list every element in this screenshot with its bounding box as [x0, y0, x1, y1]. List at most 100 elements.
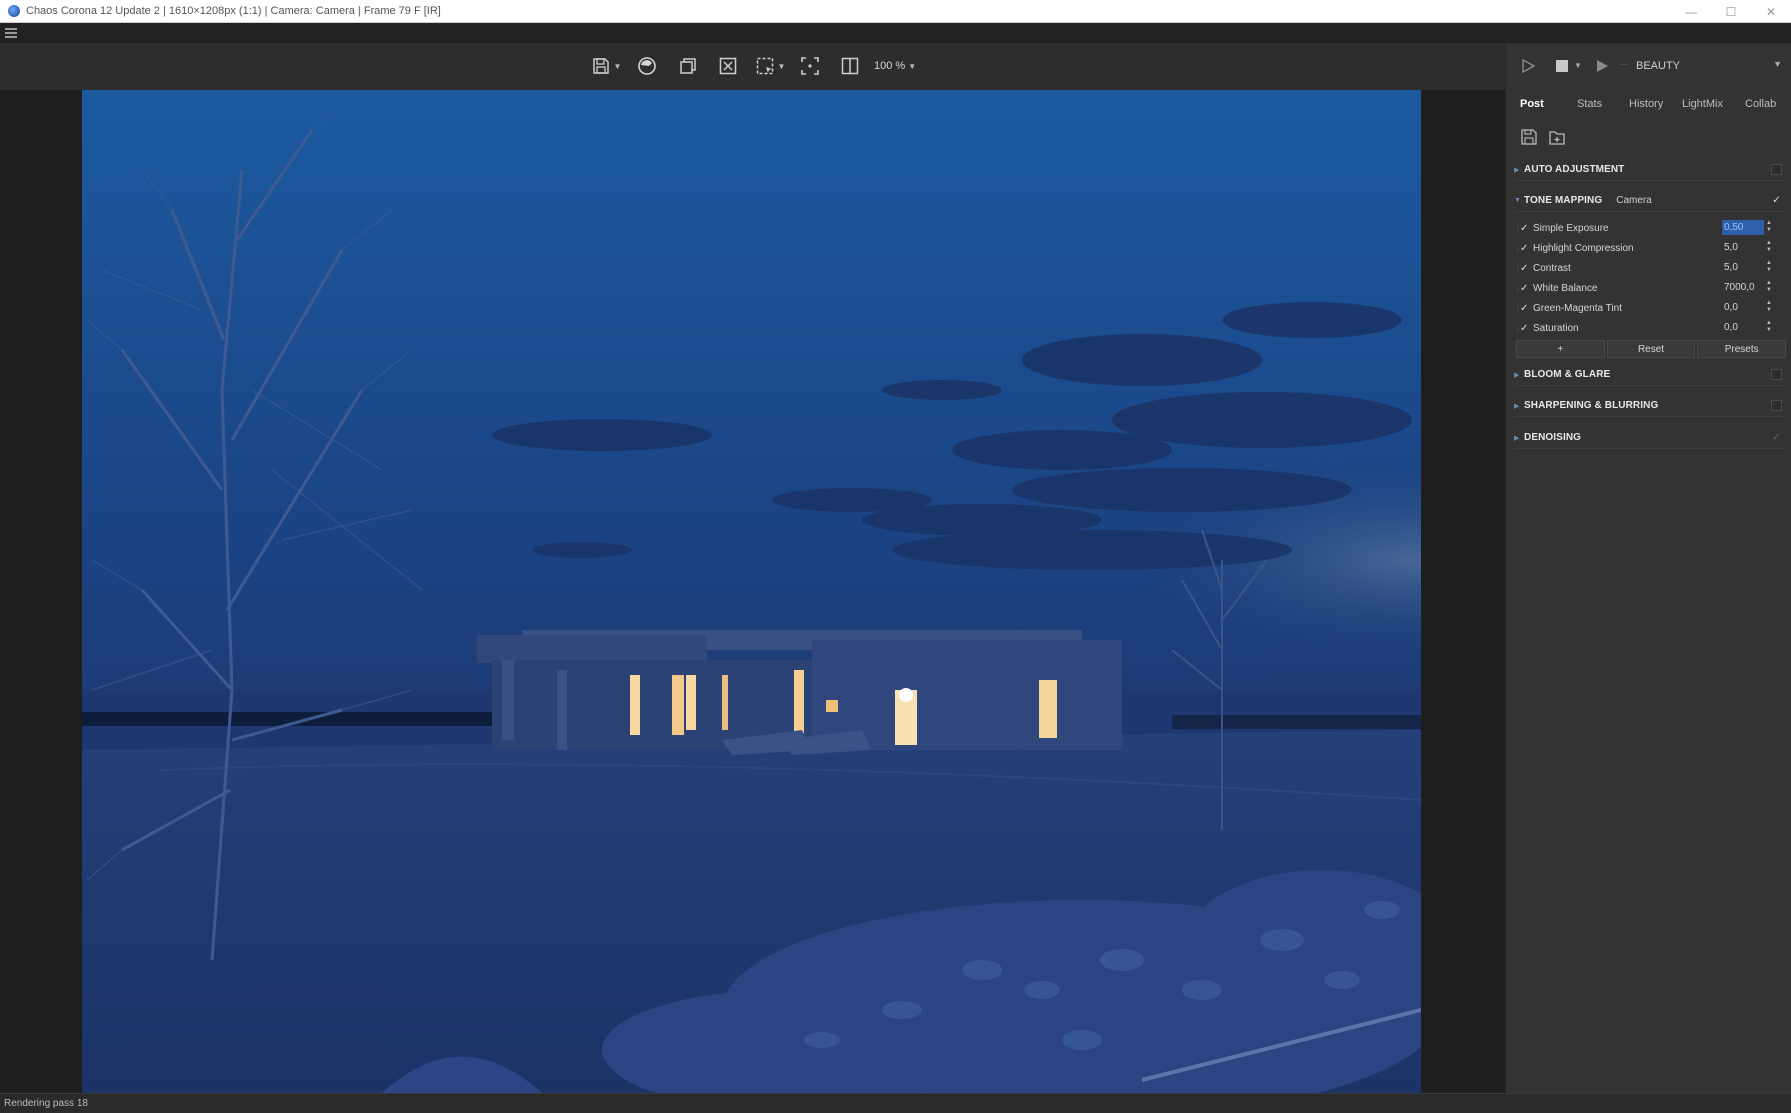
param-label: Contrast	[1533, 262, 1571, 274]
section-title: BLOOM & GLARE	[1524, 369, 1611, 380]
param-simple-exposure: ⋮ ✓ Simple Exposure 0,50 ▲ ▼	[1514, 219, 1786, 237]
section-sharpening-blurring[interactable]: ▶ SHARPENING & BLURRING	[1514, 395, 1786, 417]
section-denoising[interactable]: ▶ DENOISING ✓	[1514, 427, 1786, 449]
play-outline-icon[interactable]	[1520, 58, 1536, 74]
right-panel: ▼ — BEAUTY ▼ Post Stats History LightMix…	[1505, 43, 1791, 1093]
section-enable-checkbox[interactable]	[1771, 164, 1782, 175]
section-tone-mapping[interactable]: ▼ TONE MAPPING Camera ✓	[1514, 190, 1786, 212]
spinner-icon[interactable]: ▲ ▼	[1766, 300, 1772, 314]
param-white-balance: ⋮ ✓ White Balance 7000,0 ▲ ▼	[1514, 279, 1786, 297]
app-window: Chaos Corona 12 Update 2 | 1610×1208px (…	[0, 0, 1791, 1113]
stop-icon[interactable]	[1554, 58, 1570, 74]
render-viewport[interactable]	[0, 90, 1505, 1093]
render-controls: ▼ — BEAUTY ▼	[1506, 43, 1791, 90]
section-enable-checkbox[interactable]	[1771, 400, 1782, 411]
param-checkbox[interactable]: ✓	[1520, 223, 1530, 234]
expand-triangle-icon: ▶	[1514, 402, 1520, 410]
spinner-icon[interactable]: ▲ ▼	[1766, 260, 1772, 274]
copy-icon	[680, 58, 696, 74]
section-auto-adjustment[interactable]: ▶ AUTO ADJUSTMENT	[1514, 159, 1786, 181]
rendered-image[interactable]	[82, 90, 1421, 1093]
zoom-value: 100 %	[874, 60, 906, 72]
param-value-input[interactable]: 5,0	[1722, 260, 1764, 275]
menu-strip	[0, 23, 1791, 43]
save-icon	[592, 58, 609, 74]
param-label: White Balance	[1533, 282, 1598, 294]
param-checkbox[interactable]: ✓	[1520, 303, 1530, 314]
minimize-button[interactable]: —	[1671, 0, 1711, 23]
spinner-icon[interactable]: ▲ ▼	[1766, 240, 1772, 254]
render-button[interactable]	[635, 53, 659, 79]
maximize-button[interactable]: ☐	[1711, 0, 1751, 23]
region-select-icon	[756, 57, 773, 75]
param-checkbox[interactable]: ✓	[1520, 323, 1530, 334]
copy-button[interactable]	[676, 53, 700, 79]
chevron-down-icon[interactable]: ▼	[1773, 59, 1782, 69]
section-enable-checkbox[interactable]	[1771, 369, 1782, 380]
focus-region-button[interactable]	[798, 53, 822, 79]
save-settings-icon[interactable]	[1520, 128, 1538, 146]
tab-stats[interactable]: Stats	[1577, 98, 1602, 110]
render-status: Rendering pass 18	[4, 1098, 88, 1109]
section-title: TONE MAPPING	[1524, 195, 1603, 206]
chevron-down-icon[interactable]: ▼	[1574, 61, 1582, 70]
param-value-input[interactable]: 0,50	[1722, 220, 1764, 235]
render-sphere-icon	[638, 57, 656, 75]
zoom-dropdown[interactable]: 100 % ▼	[874, 53, 916, 79]
section-title: SHARPENING & BLURRING	[1524, 400, 1659, 411]
param-value-input[interactable]: 0,0	[1722, 300, 1764, 315]
tone-mapping-preset[interactable]: Camera	[1616, 195, 1652, 206]
chevron-down-icon[interactable]: ▼	[614, 62, 622, 71]
app-logo-icon	[8, 5, 20, 17]
spinner-icon[interactable]: ▲ ▼	[1766, 280, 1772, 294]
param-contrast: ⋮ ✓ Contrast 5,0 ▲ ▼	[1514, 259, 1786, 277]
add-operator-button[interactable]: +	[1516, 340, 1605, 358]
tab-history[interactable]: History	[1629, 98, 1663, 110]
section-enable-checkbox[interactable]: ✓	[1771, 432, 1782, 443]
status-bar: Rendering pass 18	[0, 1093, 1791, 1113]
toolbar: ▼ ▼ 100 % ▼	[0, 43, 1505, 90]
load-settings-icon[interactable]	[1548, 128, 1566, 146]
play-icon[interactable]	[1594, 58, 1610, 74]
param-label: Saturation	[1533, 322, 1579, 334]
param-value-input[interactable]: 5,0	[1722, 240, 1764, 255]
night-house-render	[82, 90, 1421, 1093]
param-saturation: ⋮ ✓ Saturation 0,0 ▲ ▼	[1514, 319, 1786, 337]
param-value-input[interactable]: 7000,0	[1722, 280, 1764, 295]
spinner-icon[interactable]: ▲ ▼	[1766, 320, 1772, 334]
clear-icon	[719, 57, 737, 75]
split-compare-icon	[841, 57, 859, 75]
tab-post[interactable]: Post	[1520, 98, 1544, 110]
window-title: Chaos Corona 12 Update 2 | 1610×1208px (…	[26, 5, 441, 17]
param-label: Highlight Compression	[1533, 242, 1634, 254]
param-value-input[interactable]: 0,0	[1722, 320, 1764, 335]
render-pass-selector[interactable]: BEAUTY	[1636, 60, 1680, 72]
tone-mapping-buttons: + Reset Presets	[1516, 340, 1787, 358]
param-checkbox[interactable]: ✓	[1520, 243, 1530, 254]
section-title: AUTO ADJUSTMENT	[1524, 164, 1625, 175]
tab-collab[interactable]: Collab	[1745, 98, 1776, 110]
section-bloom-glare[interactable]: ▶ BLOOM & GLARE	[1514, 364, 1786, 386]
focus-region-icon	[801, 57, 819, 75]
clear-button[interactable]	[716, 53, 740, 79]
post-icons	[1520, 128, 1566, 146]
close-button[interactable]: ✕	[1751, 0, 1791, 23]
param-checkbox[interactable]: ✓	[1520, 283, 1530, 294]
section-enable-checkbox[interactable]: ✓	[1771, 195, 1782, 206]
param-green-magenta-tint: ⋮ ✓ Green-Magenta Tint 0,0 ▲ ▼	[1514, 299, 1786, 317]
section-title: DENOISING	[1524, 432, 1582, 443]
presets-button[interactable]: Presets	[1697, 340, 1787, 358]
spinner-icon[interactable]: ▲ ▼	[1766, 220, 1772, 234]
hamburger-menu-icon[interactable]	[5, 28, 17, 38]
expand-triangle-icon: ▶	[1514, 371, 1520, 379]
param-label: Green-Magenta Tint	[1533, 302, 1622, 314]
separator-icon: —	[1619, 59, 1629, 70]
save-image-button[interactable]: ▼	[588, 53, 624, 79]
tab-lightmix[interactable]: LightMix	[1682, 98, 1723, 110]
param-checkbox[interactable]: ✓	[1520, 263, 1530, 274]
region-select-button[interactable]: ▼	[752, 53, 788, 79]
chevron-down-icon[interactable]: ▼	[778, 62, 786, 71]
split-compare-button[interactable]	[838, 53, 862, 79]
reset-button[interactable]: Reset	[1606, 340, 1696, 358]
expand-triangle-icon: ▶	[1514, 434, 1520, 442]
